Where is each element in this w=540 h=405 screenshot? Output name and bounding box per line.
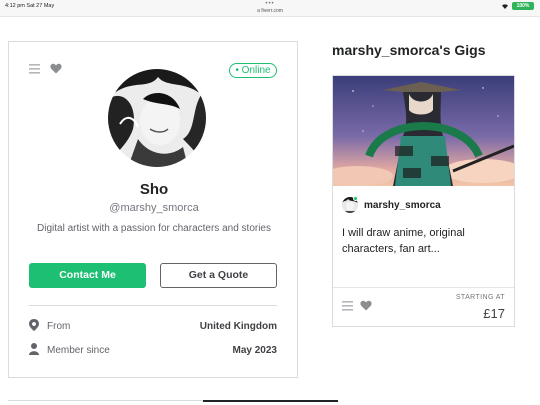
gig-seller-name[interactable]: marshy_smorca	[364, 200, 441, 211]
info-label-from: From	[47, 321, 71, 332]
info-value-member-since: May 2023	[232, 345, 277, 356]
battery-indicator: 100%	[512, 2, 534, 10]
heart-icon[interactable]	[50, 63, 62, 74]
heart-icon[interactable]	[360, 300, 372, 311]
info-label-member-since: Member since	[47, 345, 110, 356]
seller-display-name: Sho	[139, 181, 169, 198]
status-indicators: 100%	[501, 2, 534, 10]
get-a-quote-button[interactable]: Get a Quote	[160, 263, 277, 288]
gig-card[interactable]: marshy_smorca I will draw anime, origina…	[332, 75, 515, 327]
seller-tagline: Digital artist with a passion for charac…	[37, 223, 271, 234]
info-row-from: From United Kingdom	[29, 319, 277, 333]
seller-online-dot	[353, 196, 358, 201]
online-status-badge: • Online	[229, 63, 277, 78]
gig-footer-divider	[333, 287, 514, 288]
gig-thumbnail[interactable]	[333, 76, 514, 186]
menu-list-icon[interactable]	[29, 63, 40, 74]
address-bar-url[interactable]: a fiverr.com	[0, 8, 540, 14]
person-icon	[29, 343, 39, 355]
wifi-icon	[502, 4, 508, 9]
gig-price: £17	[483, 306, 505, 321]
info-value-country: United Kingdom	[199, 321, 277, 332]
seller-avatar	[108, 69, 206, 167]
seller-username: @marshy_smorca	[109, 202, 199, 214]
contact-me-button[interactable]: Contact Me	[29, 263, 146, 288]
info-row-member-since: Member since May 2023	[29, 343, 277, 357]
gigs-section-title: marshy_smorca's Gigs	[332, 42, 486, 58]
starting-at-label: STARTING AT	[455, 294, 505, 301]
browser-menu-dots[interactable]: •••	[0, 1, 540, 7]
menu-list-icon[interactable]	[342, 300, 353, 311]
status-bar: 4:12 pm Sat 27 May ••• a fiverr.com 100%	[0, 0, 540, 17]
profile-actions	[29, 63, 62, 74]
active-tab-indicator	[203, 400, 338, 402]
location-pin-icon	[29, 319, 39, 331]
gig-description-link[interactable]: I will draw anime, original characters, …	[342, 225, 507, 257]
seller-profile-card: • Online Sho @marshy_smorca Digital arti…	[8, 41, 298, 378]
bottom-tab-bar	[8, 400, 338, 402]
profile-divider	[29, 305, 277, 306]
gig-actions	[342, 300, 372, 311]
